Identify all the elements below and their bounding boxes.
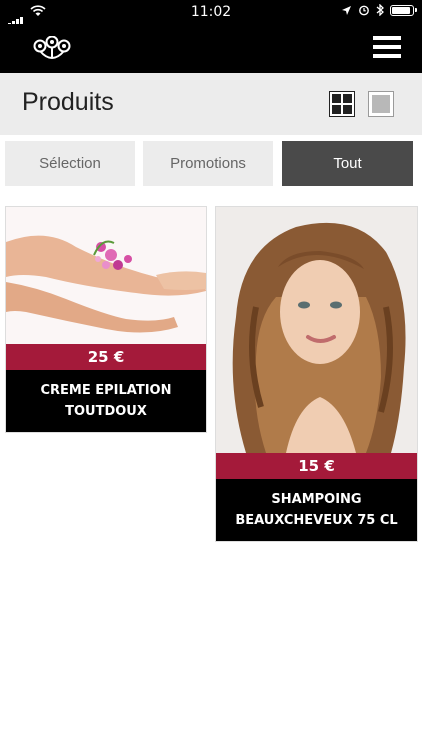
product-name: CREME EPILATION TOUTDOUX xyxy=(40,383,172,419)
product-card[interactable]: 25 € CREME EPILATION TOUTDOUX xyxy=(5,206,207,433)
bluetooth-icon xyxy=(376,4,384,16)
status-indicators xyxy=(341,4,417,16)
grid-view-icon[interactable] xyxy=(329,91,355,117)
battery-icon xyxy=(390,4,417,16)
tab-tout[interactable]: Tout xyxy=(282,141,413,186)
status-bar: 11:02 xyxy=(0,0,422,27)
page-title: Produits xyxy=(22,88,114,116)
product-image xyxy=(6,207,206,344)
product-image xyxy=(216,207,417,453)
product-price: 25 € xyxy=(6,344,206,370)
app-header xyxy=(0,24,422,73)
location-icon xyxy=(342,5,351,15)
peacock-logo-icon[interactable] xyxy=(32,36,72,60)
product-price: 15 € xyxy=(216,453,417,479)
single-view-icon[interactable] xyxy=(368,91,394,117)
hamburger-menu-icon xyxy=(373,36,401,40)
alarm-icon xyxy=(359,5,369,16)
product-name: SHAMPOING BEAUXCHEVEUX 75 CL xyxy=(235,492,398,528)
tab-selection[interactable]: Sélection xyxy=(5,141,135,186)
hamburger-menu-button[interactable] xyxy=(373,36,401,58)
product-card[interactable]: 15 € SHAMPOING BEAUXCHEVEUX 75 CL xyxy=(215,206,418,542)
tab-promotions[interactable]: Promotions xyxy=(143,141,273,186)
title-bar: Produits xyxy=(0,73,422,135)
filter-tabs: Sélection Promotions Tout xyxy=(5,141,417,186)
